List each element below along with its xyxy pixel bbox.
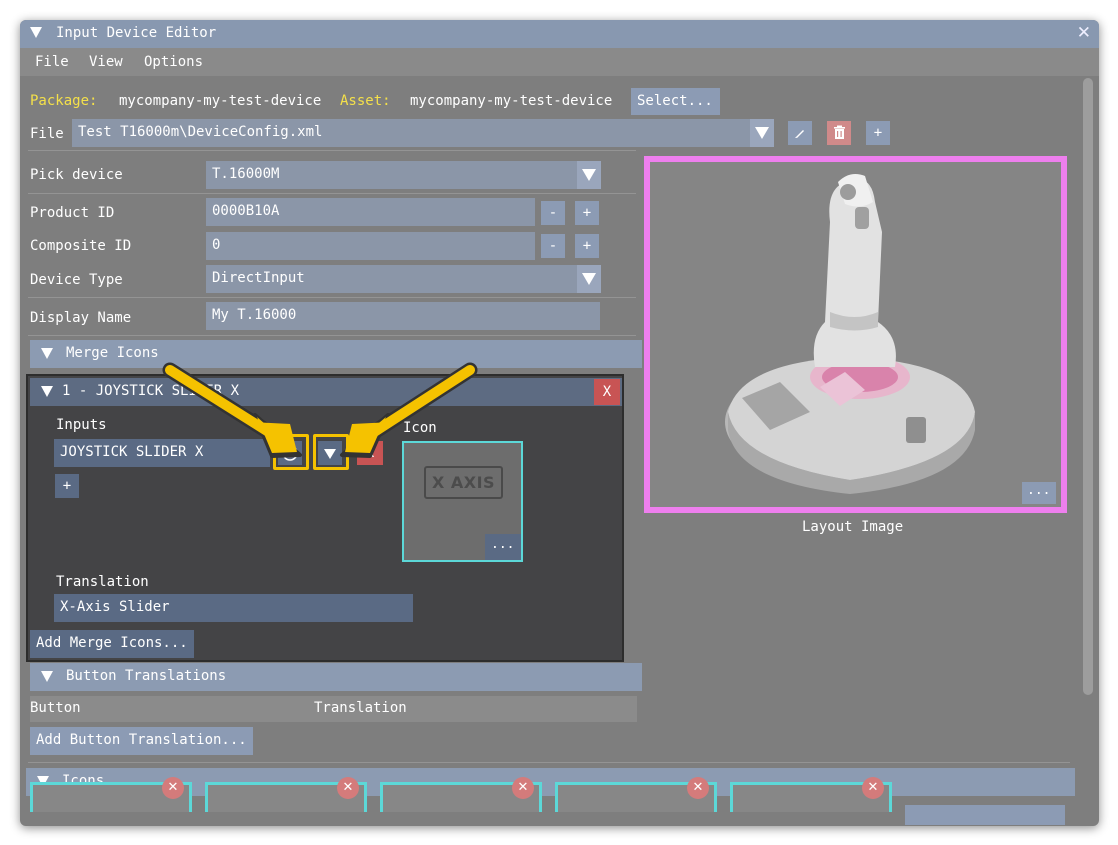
add-file-button[interactable]: + <box>866 121 890 145</box>
divider <box>28 335 636 336</box>
delete-file-button[interactable] <box>827 121 851 145</box>
asset-label: Asset: <box>340 93 391 109</box>
remove-merge-entry-button[interactable]: X <box>594 379 620 405</box>
icon-more-button[interactable]: ... <box>485 534 521 560</box>
remove-icon[interactable]: ✕ <box>512 777 534 799</box>
close-icon[interactable]: ✕ <box>1077 23 1091 43</box>
product-id-label: Product ID <box>30 205 115 221</box>
collapse-triangle-icon <box>41 671 53 682</box>
display-name-value: My T.16000 <box>212 307 297 323</box>
product-id-value: 0000B10A <box>212 203 280 219</box>
icon-slot[interactable]: ✕ <box>555 777 717 812</box>
divider <box>28 762 1070 763</box>
chevron-down-icon <box>582 273 596 285</box>
product-id-decrement-button[interactable]: - <box>541 201 565 225</box>
button-translations-table-header: Button Translation <box>30 696 637 722</box>
menu-bar: File View Options <box>20 48 1099 76</box>
device-type-select[interactable]: DirectInput <box>206 265 600 293</box>
remove-icon[interactable]: ✕ <box>162 777 184 799</box>
divider <box>28 150 636 151</box>
button-translations-header[interactable]: Button Translations <box>30 663 642 691</box>
display-name-input[interactable]: My T.16000 <box>206 302 600 330</box>
column-translation: Translation <box>314 700 407 716</box>
add-input-button[interactable]: + <box>55 474 79 498</box>
add-icon-slot[interactable] <box>905 805 1065 825</box>
display-name-label: Display Name <box>30 310 132 326</box>
collapse-triangle-icon <box>41 348 53 359</box>
remove-icon[interactable]: ✕ <box>337 777 359 799</box>
file-label: File <box>30 126 64 142</box>
menu-file[interactable]: File <box>35 54 69 70</box>
file-path-field[interactable]: Test T16000m\DeviceConfig.xml <box>72 119 772 147</box>
composite-id-value: 0 <box>212 237 221 253</box>
button-translations-title: Button Translations <box>66 668 227 684</box>
layout-image-more-button[interactable]: ... <box>1022 482 1056 504</box>
composite-id-increment-button[interactable]: + <box>575 234 599 258</box>
translation-value: X-Axis Slider <box>60 599 170 615</box>
menu-view[interactable]: View <box>89 54 123 70</box>
divider <box>28 193 636 194</box>
icon-slot[interactable]: ✕ <box>30 777 192 812</box>
remove-icon[interactable]: ✕ <box>687 777 709 799</box>
device-type-label: Device Type <box>30 272 123 288</box>
add-merge-icons-button[interactable]: Add Merge Icons... <box>30 630 194 658</box>
device-type-dropdown-button[interactable] <box>577 265 601 293</box>
merge-icons-title: Merge Icons <box>66 345 159 361</box>
divider <box>28 297 636 298</box>
pencil-icon <box>795 130 804 138</box>
translation-input[interactable]: X-Axis Slider <box>54 594 413 622</box>
composite-id-label: Composite ID <box>30 238 132 254</box>
layout-image-caption: Layout Image <box>802 519 904 535</box>
inputs-label: Inputs <box>56 417 107 433</box>
add-button-translation-button[interactable]: Add Button Translation... <box>30 727 253 755</box>
title-bar: Input Device Editor ✕ <box>20 20 1099 48</box>
asset-value: mycompany-my-test-device <box>410 93 613 109</box>
trash-icon <box>834 125 845 139</box>
column-button: Button <box>30 700 81 716</box>
composite-id-decrement-button[interactable]: - <box>541 234 565 258</box>
product-id-input[interactable]: 0000B10A <box>206 198 535 226</box>
device-type-value: DirectInput <box>212 270 305 286</box>
vertical-scrollbar[interactable] <box>1083 78 1093 695</box>
pick-device-select[interactable]: T.16000M <box>206 161 600 189</box>
pick-device-value: T.16000M <box>212 166 280 182</box>
collapse-triangle-icon <box>41 386 53 397</box>
chevron-down-icon <box>582 169 596 181</box>
package-label: Package: <box>30 93 98 109</box>
annotation-arrows <box>162 362 478 458</box>
pick-device-label: Pick device <box>30 167 123 183</box>
translation-label: Translation <box>56 574 149 590</box>
package-value: mycompany-my-test-device <box>119 93 322 109</box>
file-path-value: Test T16000m\DeviceConfig.xml <box>78 124 323 140</box>
select-asset-button[interactable]: Select... <box>631 88 720 115</box>
joystick-image <box>725 174 975 494</box>
edit-file-button[interactable] <box>788 121 812 145</box>
file-dropdown-button[interactable] <box>750 119 774 147</box>
product-id-increment-button[interactable]: + <box>575 201 599 225</box>
layout-image: ... <box>644 156 1067 513</box>
icon-slot[interactable]: ✕ <box>730 777 892 812</box>
menu-options[interactable]: Options <box>144 54 203 70</box>
input-device-editor-window: Input Device Editor ✕ File View Options … <box>20 20 1099 826</box>
remove-icon[interactable]: ✕ <box>862 777 884 799</box>
icon-slot[interactable]: ✕ <box>380 777 542 812</box>
icon-slot[interactable]: ✕ <box>205 777 367 812</box>
window-title: Input Device Editor <box>56 25 217 41</box>
collapse-window-icon[interactable] <box>30 27 42 38</box>
composite-id-input[interactable]: 0 <box>206 232 535 260</box>
chevron-down-icon <box>755 127 769 139</box>
pick-device-dropdown-button[interactable] <box>577 161 601 189</box>
